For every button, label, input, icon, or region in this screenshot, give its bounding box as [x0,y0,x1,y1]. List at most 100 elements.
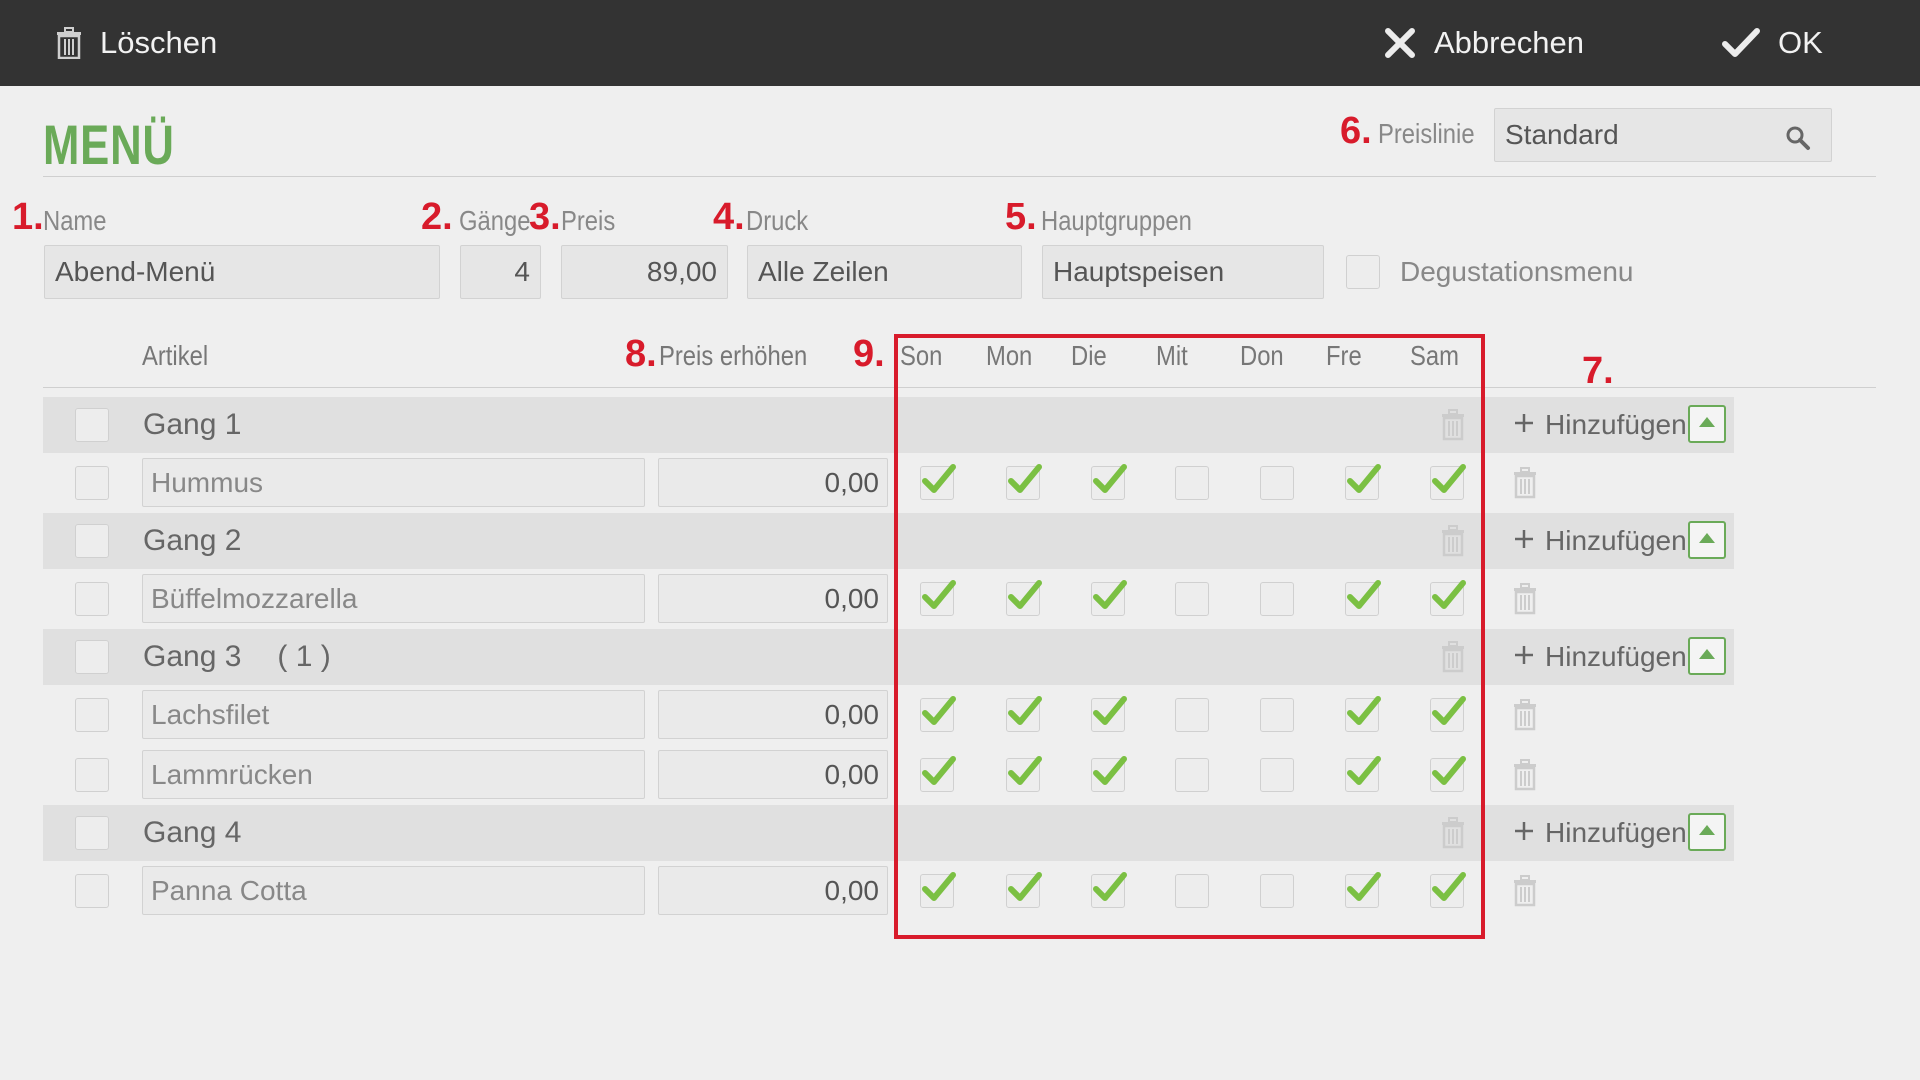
name-value: Abend-Menü [55,256,216,287]
print-select[interactable]: Alle Zeilen [747,245,1022,299]
annotation-8: 8. [625,333,657,375]
courses-value: 4 [514,256,530,287]
search-icon[interactable] [1785,125,1811,158]
annotation-3: 3. [529,196,561,238]
annotation-1: 1. [12,196,44,238]
cancel-label: Abbrechen [1434,25,1584,60]
trash-icon[interactable] [1513,875,1537,912]
course-label: Gang 1 [143,397,277,453]
courses-label: Gänge [459,205,531,236]
annotation-2: 2. [421,196,453,238]
course-checkbox[interactable] [75,816,109,850]
annotation-6: 6. [1340,110,1372,152]
print-value: Alle Zeilen [758,256,889,287]
item-name: Büffelmozzarella [151,582,358,614]
plus-icon [1513,409,1535,441]
add-label: Hinzufügen [1545,641,1687,672]
pricelist-select[interactable]: Standard [1494,108,1832,162]
maingroups-label: Hauptgruppen [1041,205,1192,236]
item-checkbox[interactable] [75,758,109,792]
pricelist-label: Preislinie [1378,118,1475,149]
add-item-button[interactable]: Hinzufügen [1513,513,1687,569]
plus-icon [1513,525,1535,557]
weekday-highlight-frame [894,334,1485,939]
collapse-button[interactable] [1688,637,1726,675]
course-name: Gang 2 [143,524,242,557]
add-item-button[interactable]: Hinzufügen [1513,629,1687,685]
course-name: Gang 4 [143,816,242,849]
price-increase-header: Preis erhöhen [659,340,808,371]
item-name-input[interactable]: Panna Cotta [142,866,645,915]
price-input[interactable]: 89,00 [561,245,728,299]
add-label: Hinzufügen [1545,409,1687,440]
caret-up-icon [1698,531,1716,549]
ok-button[interactable]: OK [1722,0,1823,86]
degustation-label: Degustationsmenu [1400,256,1634,287]
trash-icon [56,27,82,59]
item-name-input[interactable]: Büffelmozzarella [142,574,645,623]
item-price: 0,00 [824,698,880,730]
degustation-checkbox[interactable] [1346,255,1380,289]
name-label: Name [43,205,107,236]
item-name: Lachsfilet [151,698,270,730]
delete-button[interactable]: Löschen [56,0,217,86]
item-price-increase-input[interactable]: 0,00 [658,574,888,623]
trash-icon[interactable] [1513,759,1537,796]
trash-icon[interactable] [1513,583,1537,620]
collapse-button[interactable] [1688,405,1726,443]
maingroups-value: Hauptspeisen [1053,256,1225,287]
item-checkbox[interactable] [75,466,109,500]
price-value: 89,00 [646,256,717,287]
add-item-button[interactable]: Hinzufügen [1513,397,1687,453]
delete-label: Löschen [100,25,218,60]
article-header: Artikel [142,340,209,371]
courses-input[interactable]: 4 [460,245,541,299]
plus-icon [1513,641,1535,673]
item-price: 0,00 [824,582,880,614]
item-name: Hummus [151,466,264,498]
item-checkbox[interactable] [75,698,109,732]
course-name: Gang 1 [143,408,242,441]
annotation-5: 5. [1005,196,1037,238]
pricelist-value: Standard [1505,119,1619,150]
caret-up-icon [1698,823,1716,841]
caret-up-icon [1698,415,1716,433]
trash-icon[interactable] [1513,467,1537,504]
item-name-input[interactable]: Lachsfilet [142,690,645,739]
ok-label: OK [1778,25,1823,60]
course-checkbox[interactable] [75,408,109,442]
item-price: 0,00 [824,466,880,498]
item-price-increase-input[interactable]: 0,00 [658,866,888,915]
annotation-4: 4. [713,196,745,238]
collapse-button[interactable] [1688,521,1726,559]
page-title: MENÜ [43,113,175,176]
add-label: Hinzufügen [1545,525,1687,556]
item-checkbox[interactable] [75,582,109,616]
cancel-button[interactable]: Abbrechen [1384,0,1584,86]
item-name: Lammrücken [151,758,313,790]
item-checkbox[interactable] [75,874,109,908]
checkmark-icon [1722,27,1760,59]
course-checkbox[interactable] [75,640,109,674]
plus-icon [1513,817,1535,849]
course-label: Gang 3 ( 1 ) [143,629,331,685]
item-name-input[interactable]: Hummus [142,458,645,507]
item-name-input[interactable]: Lammrücken [142,750,645,799]
collapse-button[interactable] [1688,813,1726,851]
course-name: Gang 3 [143,640,242,673]
item-price-increase-input[interactable]: 0,00 [658,690,888,739]
price-label: Preis [561,205,616,236]
caret-up-icon [1698,647,1716,665]
add-item-button[interactable]: Hinzufügen [1513,805,1687,861]
item-price-increase-input[interactable]: 0,00 [658,458,888,507]
trash-icon[interactable] [1513,699,1537,736]
item-price-increase-input[interactable]: 0,00 [658,750,888,799]
item-name: Panna Cotta [151,874,307,906]
course-label: Gang 2 [143,513,277,569]
item-price: 0,00 [824,874,880,906]
maingroups-select[interactable]: Hauptspeisen [1042,245,1324,299]
close-icon [1384,27,1416,59]
name-input[interactable]: Abend-Menü [44,245,440,299]
top-toolbar: Löschen Abbrechen OK [0,0,1920,86]
course-checkbox[interactable] [75,524,109,558]
